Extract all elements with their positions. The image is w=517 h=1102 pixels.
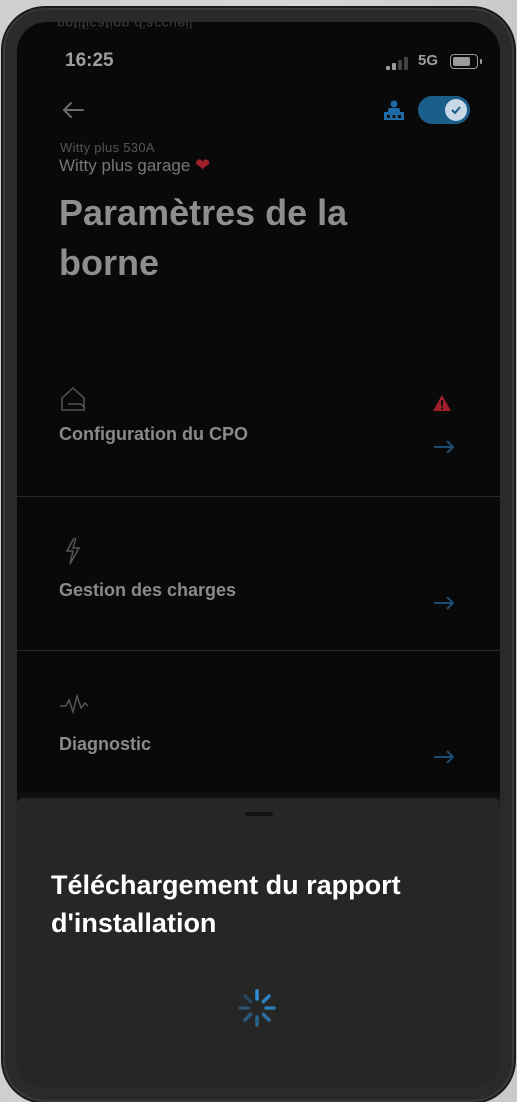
- sheet-title: Téléchargement du rapport d'installation: [51, 870, 401, 938]
- download-bottom-sheet: Téléchargement du rapport d'installation: [17, 798, 500, 1088]
- app-screen: notification d'accueil 16:25 5G Witty pl…: [17, 22, 500, 1088]
- arrow-right-icon: [434, 596, 455, 610]
- check-icon: [445, 99, 467, 121]
- house-charger-icon: [61, 386, 86, 411]
- arrow-right-icon: [434, 440, 455, 454]
- device-model: Witty plus 530A: [60, 140, 155, 155]
- loading-spinner-icon: [237, 989, 276, 1027]
- page-title: Paramètres de la borne: [59, 192, 348, 283]
- sheet-drag-handle[interactable]: [244, 812, 273, 816]
- menu-item-label: Diagnostic: [59, 734, 152, 754]
- menu-item-label: Configuration du CPO: [59, 424, 248, 444]
- menu-item-charge-management[interactable]: Gestion des charges: [17, 496, 500, 651]
- heart-icon: ❤: [195, 155, 211, 175]
- lightning-icon: [65, 537, 81, 565]
- menu-item-label: Gestion des charges: [59, 580, 237, 600]
- mode-toggle[interactable]: [418, 96, 470, 124]
- arrow-right-icon: [434, 750, 455, 764]
- device-name-text: Witty plus garage: [59, 156, 191, 175]
- pulse-icon: [60, 693, 89, 715]
- garage-user-icon[interactable]: [382, 98, 406, 122]
- back-arrow-icon[interactable]: [61, 100, 85, 120]
- warning-icon: [433, 395, 451, 411]
- menu-item-diagnostic[interactable]: Diagnostic: [17, 650, 500, 804]
- device-name: Witty plus garage ❤: [59, 155, 210, 176]
- menu-item-cpo-configuration[interactable]: Configuration du CPO: [17, 342, 500, 497]
- phone-frame: notification d'accueil 16:25 5G Witty pl…: [5, 10, 512, 1100]
